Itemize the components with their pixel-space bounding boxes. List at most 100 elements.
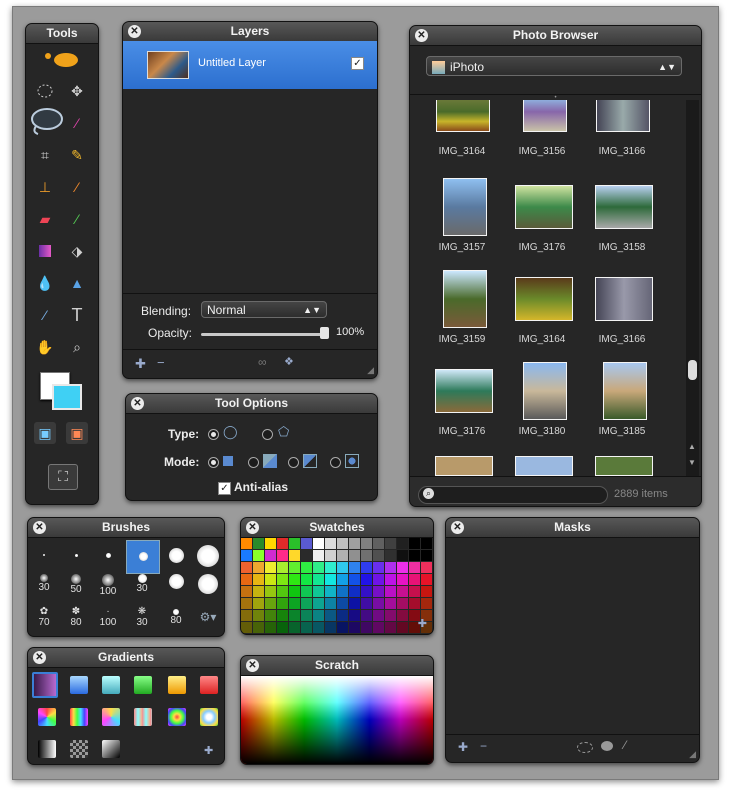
gradient-preset[interactable] [38,708,56,726]
resize-grip-icon[interactable]: ◢ [367,365,374,376]
color-swatch[interactable] [421,538,432,549]
color-swatch[interactable] [289,562,300,573]
color-swatch[interactable] [277,598,288,609]
color-swatch[interactable] [361,574,372,585]
photo-thumb[interactable]: IMG_3166 [584,270,660,360]
color-swatch[interactable] [253,610,264,621]
color-swatch[interactable] [277,610,288,621]
color-swatch[interactable] [253,622,264,633]
color-swatch[interactable] [397,622,408,633]
scratch-canvas[interactable] [241,676,433,764]
close-icon[interactable]: ✕ [246,521,259,534]
add-mask-icon[interactable]: ✚ [458,740,468,754]
mode-new-radio[interactable] [208,457,219,468]
color-swatch[interactable] [409,574,420,585]
color-swatch[interactable] [301,598,312,609]
photo-thumb[interactable]: IMG_3185 [584,362,660,452]
color-swatch[interactable] [265,586,276,597]
scrollbar-track[interactable] [686,100,699,476]
gradient-preset[interactable] [200,708,218,726]
color-swatch[interactable] [277,622,288,633]
scrollbar-thumb[interactable] [688,360,697,380]
gradient-preset[interactable] [70,676,88,694]
color-swatch[interactable] [301,538,312,549]
gradient-preset[interactable] [38,740,56,758]
photo-thumb-partial[interactable] [504,456,580,476]
close-icon[interactable]: ✕ [33,521,46,534]
brush-options-gear-icon[interactable]: ⚙▾ [192,610,224,624]
type-lasso-radio[interactable] [208,429,219,440]
photo-thumb[interactable]: IMG_3176 [424,362,500,452]
color-swatch[interactable] [313,562,324,573]
color-swatch[interactable] [289,586,300,597]
gradient-preset-selected[interactable] [32,672,58,698]
brush-preset[interactable]: 30 [126,574,158,604]
color-swatch[interactable] [265,562,276,573]
remove-mask-icon[interactable]: − [480,739,487,753]
brush-preset[interactable] [160,574,192,604]
photo-thumb[interactable]: IMG_3180 [504,362,580,452]
color-swatch[interactable] [289,610,300,621]
color-swatch[interactable] [373,574,384,585]
color-swatch[interactable] [265,622,276,633]
color-swatch[interactable] [325,598,336,609]
type-polygon-radio[interactable] [262,429,273,440]
color-swatch[interactable] [421,562,432,573]
color-swatch[interactable] [349,538,360,549]
color-swatch[interactable] [397,574,408,585]
paint-blob-icon[interactable] [40,48,84,70]
color-swatch[interactable] [337,562,348,573]
photo-thumb[interactable]: IMG_3156 [504,100,580,170]
color-swatch[interactable] [241,574,252,585]
color-swatch[interactable] [373,562,384,573]
color-swatch[interactable] [325,550,336,561]
color-swatch[interactable] [325,538,336,549]
add-layer-icon[interactable]: ✚ [135,356,146,372]
close-icon[interactable]: ✕ [246,659,259,672]
marquee-tool-icon[interactable] [34,80,56,102]
color-swatch[interactable] [349,598,360,609]
gradient-preset[interactable] [70,708,88,726]
color-swatch[interactable] [385,586,396,597]
close-icon[interactable]: ✕ [451,521,464,534]
color-swatch[interactable] [337,586,348,597]
color-swatch[interactable] [373,538,384,549]
mask-blob-icon[interactable] [601,741,613,751]
color-swatch[interactable] [313,586,324,597]
color-swatch[interactable] [373,586,384,597]
antialias-checkbox[interactable]: ✓ [218,482,231,495]
color-swatch[interactable] [289,598,300,609]
gradient-preset[interactable] [102,740,120,758]
mask-pencil-icon[interactable]: ⁄ [624,738,626,752]
brush-preset-selected[interactable] [126,540,160,574]
gradient-preset[interactable] [102,676,120,694]
color-swatch[interactable] [397,562,408,573]
mode-subtract-radio[interactable] [288,457,299,468]
color-swatch[interactable] [409,562,420,573]
color-swatch[interactable] [241,550,252,561]
color-swatch[interactable] [253,598,264,609]
photo-thumb[interactable]: IMG_3157 [424,178,500,268]
brush-preset[interactable] [28,540,60,572]
sharpen-tool-icon[interactable]: ▲ [66,272,88,294]
color-swatch[interactable] [397,538,408,549]
photo-thumb[interactable]: IMG_3176 [504,178,580,268]
color-swatch[interactable] [397,550,408,561]
color-swatch[interactable] [397,598,408,609]
color-swatch[interactable] [409,538,420,549]
gradient-preset[interactable] [134,676,152,694]
color-swatch[interactable] [337,574,348,585]
color-swatch[interactable] [385,550,396,561]
crop-tool-icon[interactable]: ⌗ [34,144,56,166]
mode-add-radio[interactable] [248,457,259,468]
color-swatch[interactable] [349,574,360,585]
color-swatch[interactable] [361,586,372,597]
color-swatch[interactable] [361,598,372,609]
photo-search-field[interactable]: ⌕ [418,486,608,504]
color-swatch[interactable] [385,538,396,549]
layer-row[interactable]: Untitled Layer ✓ [123,41,377,89]
color-swatch[interactable] [325,586,336,597]
brush-tool-icon[interactable]: ⁄ [66,176,88,198]
color-swatch[interactable] [397,610,408,621]
opacity-slider-track[interactable] [201,333,325,336]
